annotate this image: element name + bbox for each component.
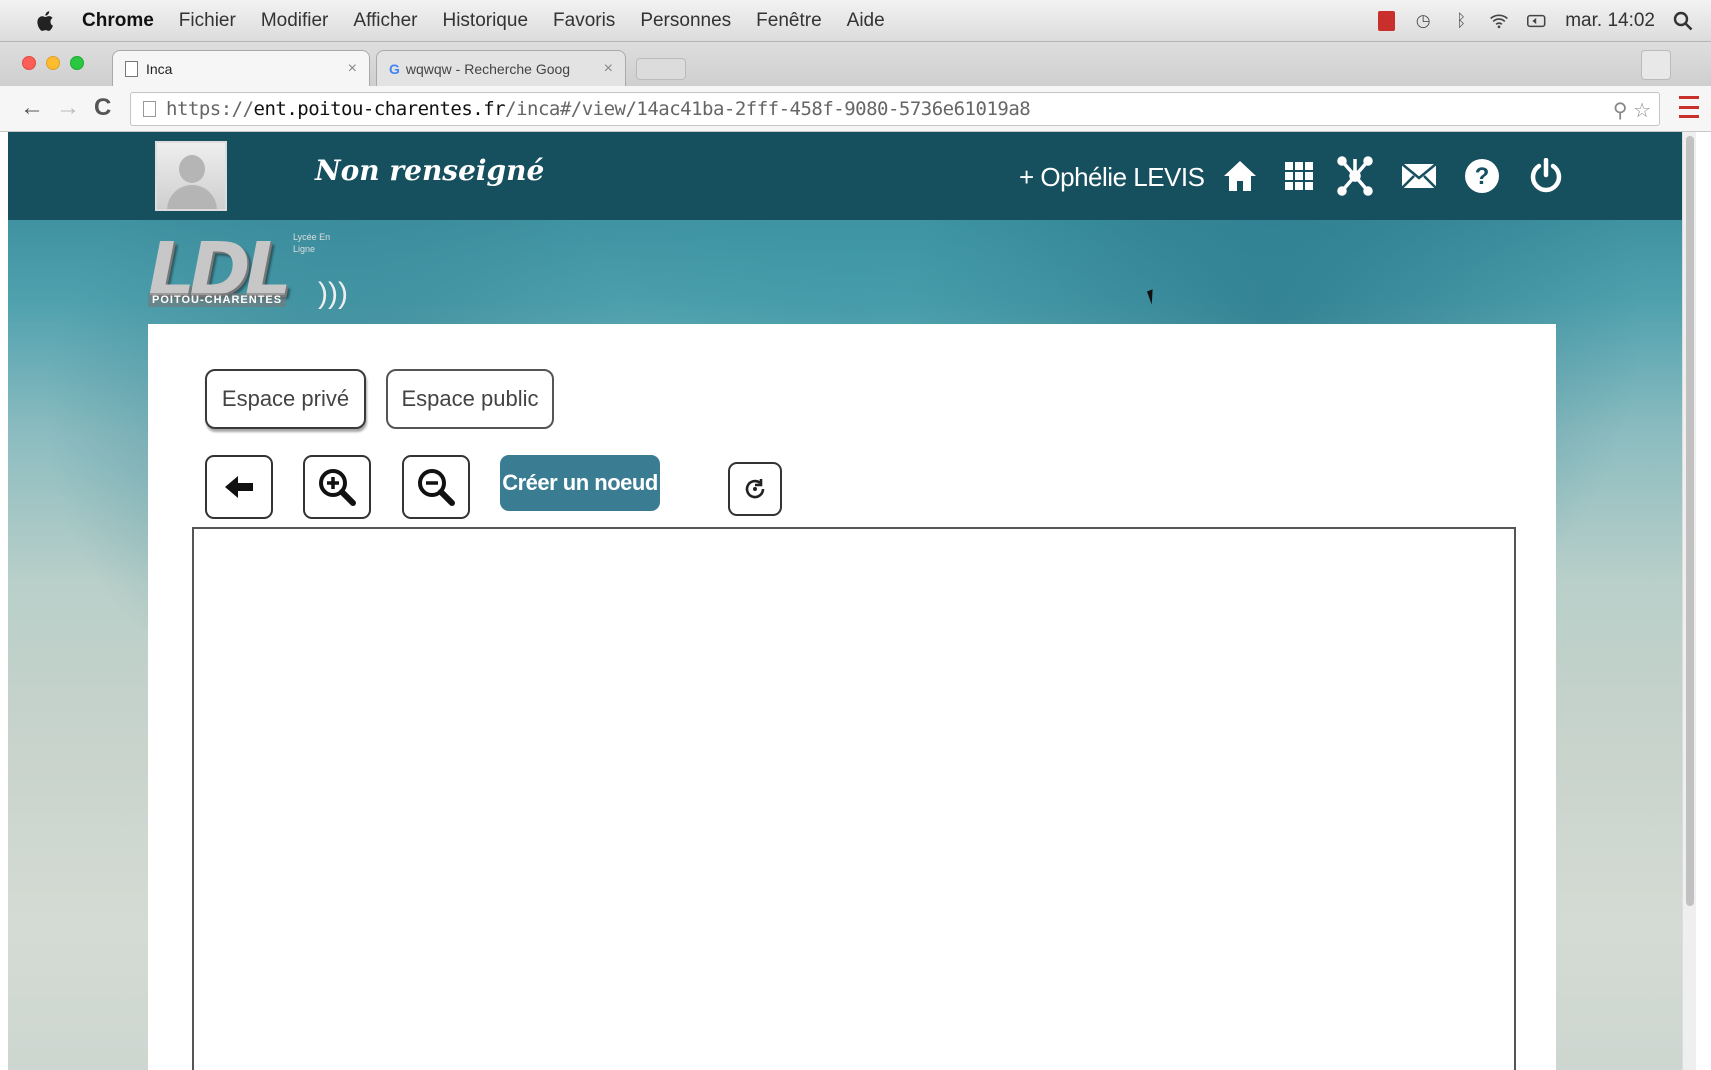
menu-fichier[interactable]: Fichier: [179, 10, 236, 32]
macos-menu-bar: Chrome Fichier Modifier Afficher Histori…: [0, 0, 1711, 42]
zoom-in-button[interactable]: [303, 455, 371, 519]
battery-alert-icon[interactable]: [1378, 11, 1396, 31]
signal-waves-icon: ))): [318, 277, 348, 310]
menu-extras: ◷ ᛒ mar. 14:02: [1378, 0, 1693, 42]
community-icon[interactable]: [1335, 156, 1375, 196]
logo-subtitle: POITOU-CHARENTES: [148, 293, 287, 307]
tab-inca[interactable]: Inca ×: [112, 50, 370, 86]
power-icon[interactable]: [1526, 156, 1566, 196]
menu-favoris[interactable]: Favoris: [553, 10, 615, 32]
menu-afficher[interactable]: Afficher: [353, 10, 417, 32]
tab-title: wqwqw - Recherche Goog: [405, 60, 571, 77]
reset-view-button[interactable]: [728, 462, 782, 516]
mail-icon[interactable]: [1399, 156, 1439, 196]
home-icon[interactable]: [1220, 156, 1260, 196]
profile-icon[interactable]: [1641, 50, 1671, 80]
page-icon: [125, 60, 138, 77]
zoom-and-bookmark-icons[interactable]: ⚲ ☆: [1613, 98, 1651, 123]
forward-icon[interactable]: →: [56, 94, 80, 122]
bluetooth-icon[interactable]: ᛒ: [1451, 11, 1471, 31]
public-space-button[interactable]: Espace public: [386, 369, 554, 429]
google-icon: G: [389, 60, 400, 77]
close-window-icon[interactable]: [22, 56, 36, 70]
create-node-button[interactable]: Créer un noeud: [500, 455, 660, 511]
logo-tagline: Lycée En Ligne: [293, 232, 331, 254]
menu-aide[interactable]: Aide: [847, 10, 885, 32]
school-name: Non renseigné: [315, 154, 545, 187]
tab-title: Inca: [146, 60, 173, 77]
main-panel: Espace privé Espace public Créer un noeu…: [148, 324, 1556, 1070]
menu-app-chrome[interactable]: Chrome: [82, 10, 154, 32]
private-space-button[interactable]: Espace privé: [205, 369, 366, 429]
menu-clock[interactable]: mar. 14:02: [1565, 10, 1655, 32]
url-host: ent.poitou-charentes.fr: [253, 98, 506, 120]
new-tab-button[interactable]: [636, 58, 686, 80]
url-scheme: https://: [166, 98, 254, 120]
graph-canvas[interactable]: [192, 527, 1516, 1070]
avatar[interactable]: [155, 141, 227, 211]
svg-text:?: ?: [1475, 163, 1490, 190]
spotlight-icon[interactable]: [1673, 11, 1693, 31]
wifi-icon[interactable]: [1489, 11, 1509, 31]
help-icon[interactable]: ?: [1462, 156, 1502, 196]
portal-header: Non renseigné + Ophélie LEVIS ?: [8, 132, 1682, 220]
page-viewport: Non renseigné + Ophélie LEVIS ? LDL Lycé…: [8, 132, 1696, 1070]
close-tab-icon[interactable]: ×: [348, 60, 357, 78]
zoom-out-icon: [418, 469, 455, 506]
browser-toolbar: ← → C https:// ent.poitou-charentes.fr /…: [0, 86, 1711, 132]
user-name-link[interactable]: + Ophélie LEVIS: [1019, 162, 1205, 193]
ldl-logo[interactable]: LDL Lycée En Ligne POITOU-CHARENTES ))): [148, 227, 348, 317]
menu-historique[interactable]: Historique: [442, 10, 528, 32]
window-controls: [22, 56, 84, 70]
back-icon[interactable]: ←: [20, 94, 44, 122]
reload-icon[interactable]: C: [94, 94, 111, 122]
apps-grid-icon[interactable]: [1279, 156, 1319, 196]
address-bar[interactable]: https:// ent.poitou-charentes.fr /inca#/…: [130, 92, 1660, 126]
zoom-window-icon[interactable]: [70, 56, 84, 70]
browser-tab-strip: Inca × G wqwqw - Recherche Goog ×: [0, 42, 1711, 86]
close-tab-icon[interactable]: ×: [604, 60, 613, 78]
page-icon: [143, 101, 156, 117]
volume-icon[interactable]: [1527, 11, 1547, 31]
menu-modifier[interactable]: Modifier: [261, 10, 329, 32]
url-path: /inca#/view/14ac41ba-2fff-458f-9080-5736…: [505, 98, 1031, 120]
chrome-menu-icon[interactable]: [1679, 96, 1699, 118]
time-machine-icon[interactable]: ◷: [1413, 11, 1433, 31]
zoom-out-button[interactable]: [402, 455, 470, 519]
mouse-cursor-icon: [1146, 287, 1164, 305]
menu-fenetre[interactable]: Fenêtre: [756, 10, 821, 32]
minimize-window-icon[interactable]: [46, 56, 60, 70]
tab-google-search[interactable]: G wqwqw - Recherche Goog ×: [376, 50, 626, 86]
refresh-icon: [745, 479, 765, 499]
apple-icon[interactable]: [34, 9, 58, 33]
zoom-in-icon: [319, 469, 356, 506]
back-button[interactable]: [205, 455, 273, 519]
page-scrollbar[interactable]: [1682, 132, 1696, 1070]
arrow-left-icon: [225, 476, 253, 498]
menu-personnes[interactable]: Personnes: [640, 10, 731, 32]
